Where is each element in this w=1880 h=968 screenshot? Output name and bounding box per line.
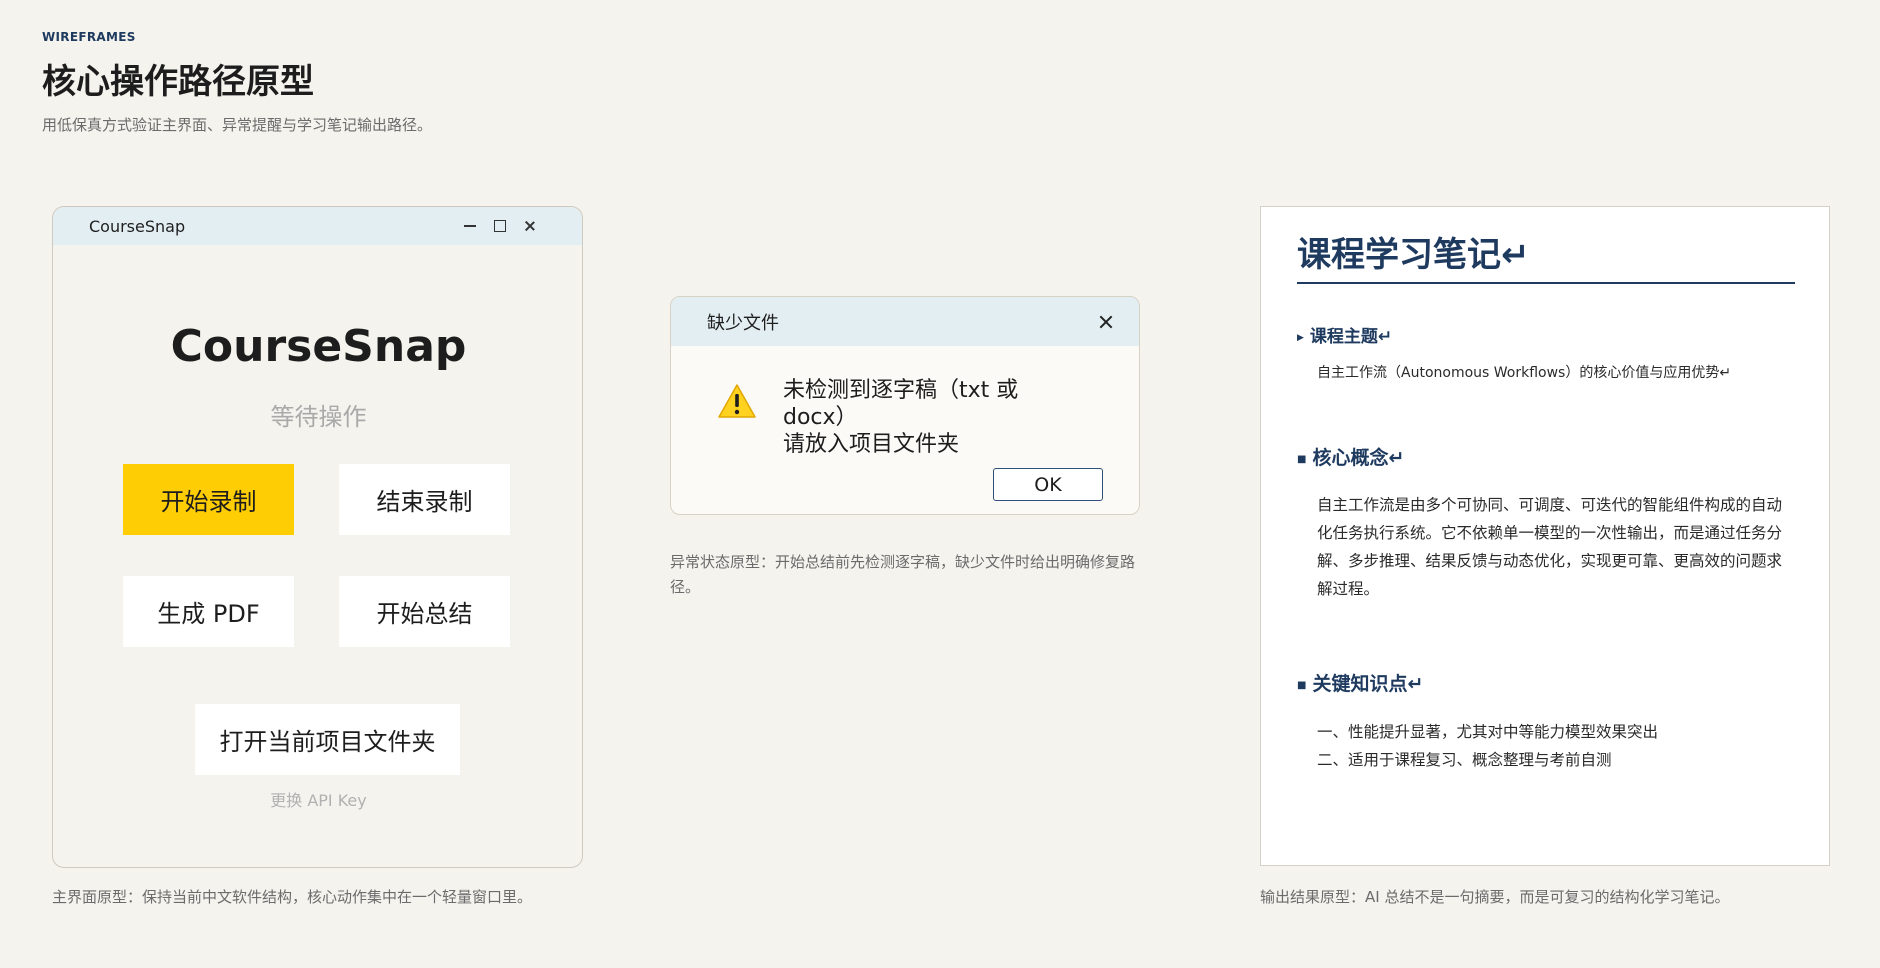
maximize-icon[interactable]: [494, 220, 506, 232]
dialog-close-icon[interactable]: [1099, 315, 1113, 329]
warning-icon: [718, 384, 756, 418]
section-heading-text: 课程主题↵: [1309, 327, 1393, 347]
app-name-heading: CourseSnap: [170, 321, 467, 372]
stop-recording-button[interactable]: 结束录制: [339, 464, 510, 535]
triangle-bullet-icon: ▶: [1297, 333, 1304, 343]
main-window-mockup: CourseSnap CourseSnap 等待操作 开始录制 结束录制 生成 …: [52, 206, 583, 868]
dialog-message-line: docx）: [783, 405, 858, 430]
start-recording-button[interactable]: 开始录制: [123, 464, 294, 535]
window-controls: [464, 207, 536, 245]
title-divider: [1297, 282, 1795, 284]
section-eyebrow: WIREFRAMES: [42, 30, 136, 44]
section-heading-text: 核心概念↵: [1312, 447, 1405, 469]
section-heading-key-points: ■ 关键知识点↵: [1297, 669, 1423, 696]
dialog-message: 未检测到逐字稿（txt 或 docx） 请放入项目文件夹: [783, 377, 1073, 458]
open-project-folder-button[interactable]: 打开当前项目文件夹: [195, 704, 460, 775]
list-item: 一、性能提升显著，尤其对中等能力模型效果突出: [1317, 723, 1659, 741]
concept-paragraph: 自主工作流是由多个可协同、可调度、可迭代的智能组件构成的自动化任务执行系统。它不…: [1317, 496, 1783, 598]
dialog-title: 缺少文件: [707, 312, 779, 334]
start-summary-button[interactable]: 开始总结: [339, 576, 510, 647]
dialog-message-line: 未检测到逐字稿（txt 或: [783, 378, 1019, 403]
key-points-list: 一、性能提升显著，尤其对中等能力模型效果突出 二、适用于课程复习、概念整理与考前…: [1317, 718, 1658, 774]
minimize-icon[interactable]: [464, 220, 476, 232]
change-api-key-link[interactable]: 更换 API Key: [53, 787, 582, 811]
page-subtitle: 用低保真方式验证主界面、异常提醒与学习笔记输出路径。: [42, 116, 433, 134]
notes-caption: 输出结果原型：AI 总结不是一句摘要，而是可复习的结构化学习笔记。: [1260, 888, 1730, 906]
list-item: 二、适用于课程复习、概念整理与考前自测: [1317, 751, 1612, 769]
close-icon[interactable]: [524, 220, 536, 232]
dialog-titlebar[interactable]: 缺少文件: [671, 297, 1139, 346]
missing-file-dialog: 缺少文件 未检测到逐字稿（txt 或 docx） 请放入项目文件夹 OK: [670, 296, 1140, 515]
square-bullet-icon: ■: [1297, 680, 1307, 691]
page-title: 核心操作路径原型: [42, 62, 314, 102]
study-notes-document: 课程学习笔记↵ ▶ 课程主题↵ 自主工作流（Autonomous Workflow…: [1260, 206, 1830, 866]
section-heading-concept: ■ 核心概念↵: [1297, 443, 1404, 470]
dialog-caption: 异常状态原型：开始总结前先检测逐字稿，缺少文件时给出明确修复路径。: [670, 553, 1136, 596]
main-window-caption: 主界面原型：保持当前中文软件结构，核心动作集中在一个轻量窗口里。: [52, 888, 533, 906]
section-heading-topic: ▶ 课程主题↵: [1297, 322, 1392, 347]
topic-text: 自主工作流（Autonomous Workflows）的核心价值与应用优势↵: [1317, 365, 1732, 381]
window-title: CourseSnap: [89, 216, 186, 236]
dialog-message-line: 请放入项目文件夹: [783, 432, 960, 457]
ok-button[interactable]: OK: [993, 468, 1103, 501]
status-text: 等待操作: [270, 403, 367, 431]
generate-pdf-button[interactable]: 生成 PDF: [123, 576, 294, 647]
square-bullet-icon: ■: [1297, 454, 1307, 465]
section-heading-text: 关键知识点↵: [1312, 673, 1424, 695]
window-titlebar[interactable]: CourseSnap: [53, 207, 582, 245]
notes-title: 课程学习笔记↵: [1297, 235, 1530, 275]
